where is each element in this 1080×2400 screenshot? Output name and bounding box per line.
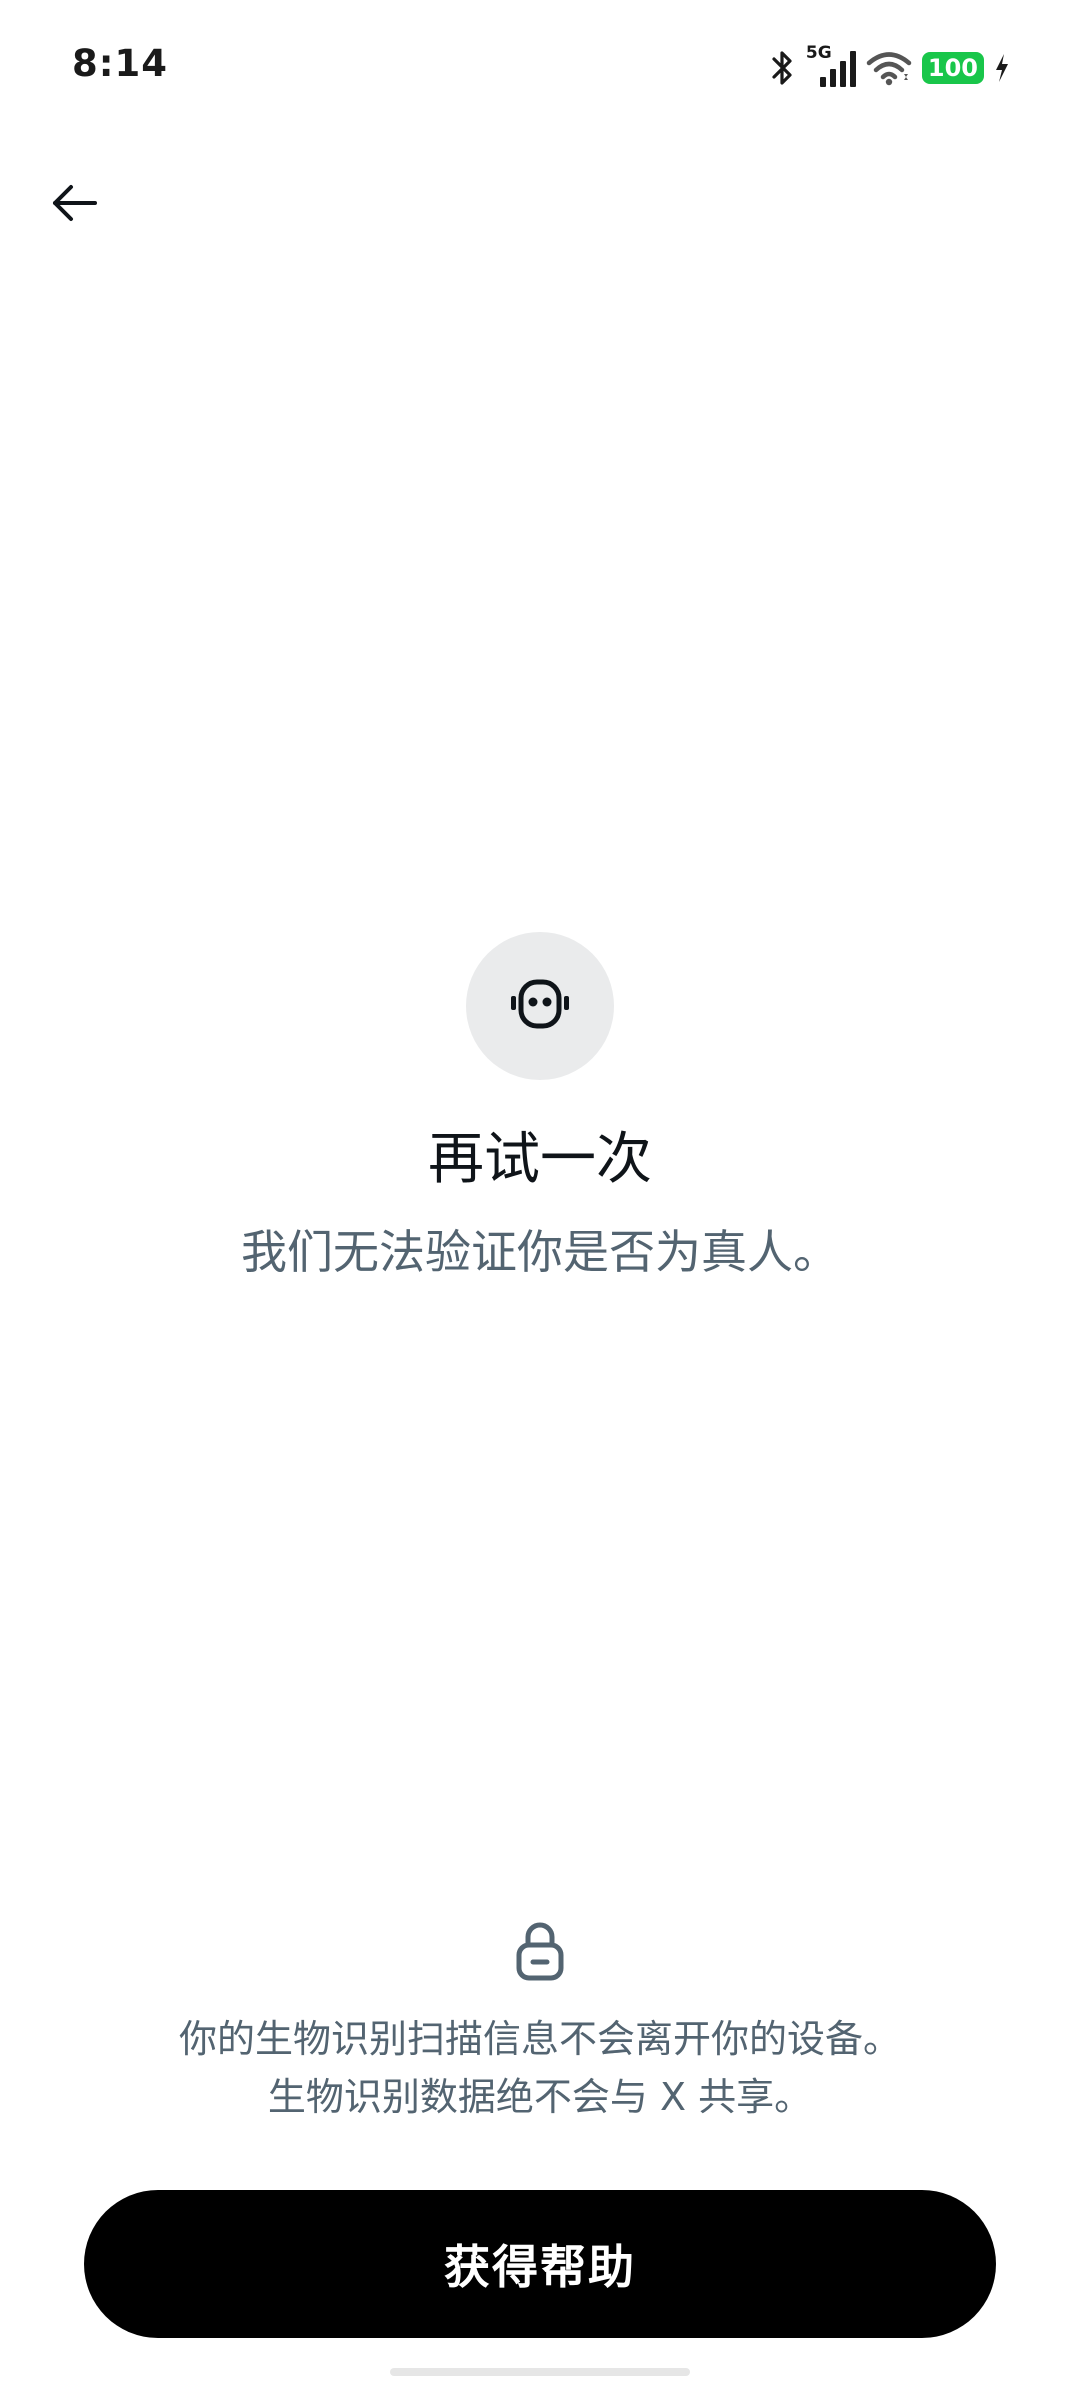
cellular-signal-icon: 5G [806, 43, 856, 89]
gesture-handle [390, 2368, 690, 2376]
bluetooth-icon [770, 48, 796, 88]
status-icons: 5G 100 [770, 43, 1010, 90]
privacy-note: 你的生物识别扫描信息不会离开你的设备。 生物识别数据绝不会与 X 共享。 [0, 2010, 1080, 2126]
arrow-left-icon [51, 183, 99, 227]
get-help-button[interactable]: 获得帮助 [84, 2190, 996, 2338]
robot-icon-container [466, 932, 614, 1080]
page-subtitle: 我们无法验证你是否为真人。 [241, 1225, 839, 1279]
status-bar: 8:14 5G 100 [0, 0, 1080, 140]
lock-icon [514, 1920, 566, 1982]
charging-icon [994, 52, 1010, 84]
page-title: 再试一次 [428, 1127, 652, 1192]
back-button[interactable] [40, 170, 110, 240]
status-time: 8:14 [72, 42, 169, 85]
wifi-icon [866, 50, 912, 86]
robot-icon [510, 978, 570, 1034]
privacy-line-1: 你的生物识别扫描信息不会离开你的设备。 [178, 2017, 901, 2061]
privacy-line-2: 生物识别数据绝不会与 X 共享。 [267, 2075, 813, 2119]
battery-indicator: 100 [921, 52, 984, 84]
gesture-navigation-bar[interactable] [0, 2366, 1080, 2380]
